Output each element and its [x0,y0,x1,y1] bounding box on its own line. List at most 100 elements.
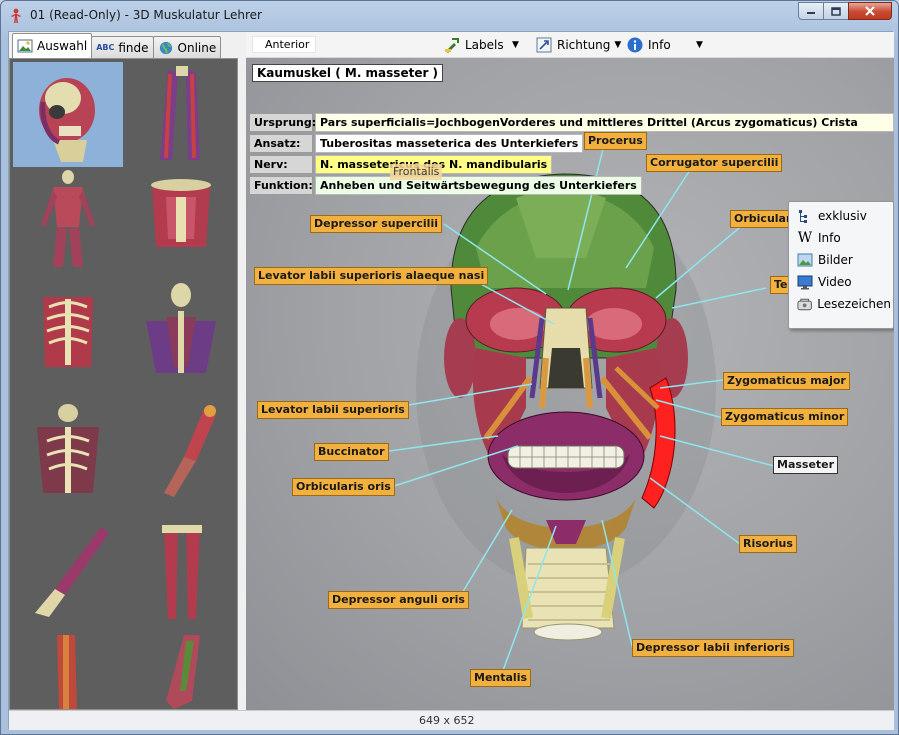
picture-icon [17,39,33,53]
info-label: Info [648,38,671,52]
label-buccinator[interactable]: Buccinator [314,443,389,461]
minimize-button[interactable] [798,2,824,20]
menu-item-video[interactable]: Video [791,271,891,293]
label-depressor-supercilii[interactable]: Depressor supercilii [310,215,442,233]
label-depressor-anguli-oris[interactable]: Depressor anguli oris [328,591,469,609]
thumbnail-arm-side[interactable] [126,401,236,506]
window-title: 01 (Read-Only) - 3D Muskulatur Lehrer [30,8,262,22]
label-orbicularis-oris[interactable]: Orbicularis oris [292,478,395,496]
info-row-funktion: Funktion: Anheben und Seitwärtsbewegung … [249,176,642,195]
thumbnail-panel[interactable] [9,58,238,710]
view-direction-field: Anterior [252,36,316,53]
picture-icon [797,253,813,267]
menu-item-exklusiv-label: exklusiv [818,209,867,223]
info-dropdown-button[interactable]: ▼ [696,35,703,55]
info-row-ansatz: Ansatz: Tuberositas masseterica des Unte… [249,134,584,153]
label-risorius[interactable]: Risorius [739,535,797,553]
chest-model-image [37,404,99,493]
label-zygomaticus-major[interactable]: Zygomaticus major [723,372,850,390]
label-mentalis[interactable]: Mentalis [470,669,532,687]
panel-splitter[interactable] [238,58,246,710]
info-icon [627,37,643,53]
label-frontalis[interactable]: Frontalis [390,164,443,180]
app-figure-icon [11,8,21,23]
tab-auswahl[interactable]: Auswahl [12,33,93,58]
info-key-ursprung: Ursprung: [249,113,316,132]
close-button[interactable] [848,2,892,20]
tab-finde-label: finde [118,40,149,55]
muscle-title: Kaumuskel ( M. masseter ) [252,64,444,82]
direction-icon [536,37,552,53]
labels-button[interactable]: Labels [444,35,504,55]
richtung-button[interactable]: Richtung ▼ [536,35,621,55]
menu-item-exklusiv[interactable]: exklusiv [791,205,891,227]
thumbnail-legs[interactable] [126,519,236,624]
thumbnail-body-back[interactable] [13,167,123,272]
info-key-ansatz: Ansatz: [249,134,313,153]
label-masseter[interactable]: Masseter [773,456,839,474]
labels-dropdown-button[interactable]: ▼ [512,35,519,55]
forearm-model-image [35,527,109,617]
label-zygomaticus-minor[interactable]: Zygomaticus minor [721,408,849,426]
chevron-down-icon: ▼ [696,40,703,50]
info-key-nerv: Nerv: [249,155,313,174]
thumbnail-lower-leg[interactable] [13,631,123,709]
info-row-ursprung: Ursprung: Pars superficialis=JochbogenVo… [249,113,894,146]
thumbnail-forearm[interactable] [13,519,123,624]
ribcage-model-image [43,297,93,367]
label-levator-labii-superioris[interactable]: Levator labii superioris [257,401,409,419]
info-button[interactable]: Info [627,35,671,55]
tree-icon [799,210,807,223]
torso-model-image [151,179,211,247]
wikipedia-icon: W [797,230,813,246]
info-key-funktion: Funktion: [249,176,313,195]
monitor-icon [797,275,813,290]
thumbnail-upper-back[interactable] [126,277,236,382]
abc-icon: ABC [96,42,115,52]
minimize-icon [807,12,815,14]
labels-label: Labels [465,38,504,52]
body-back-model-image [41,170,95,267]
menu-item-info[interactable]: W Info [791,227,891,249]
thumbnail-foot[interactable] [126,631,236,709]
label-depressor-labii-inferioris[interactable]: Depressor labii inferioris [632,639,795,657]
client-area: Auswahl ABC finde Online Anterior Labels… [8,31,894,730]
menu-item-lesezeichen[interactable]: Lesezeichen [791,293,891,315]
tab-online[interactable]: Online [152,36,222,58]
maximize-icon [831,6,841,16]
upper-back-model-image [146,283,216,373]
thumbnail-arm[interactable] [126,62,236,167]
richtung-label: Richtung [557,38,611,52]
viewport-size-text: 649 x 652 [419,714,475,727]
3d-viewport[interactable]: Kaumuskel ( M. masseter ) Ursprung: Pars… [246,58,894,710]
menu-item-video-label: Video [818,275,852,289]
status-bar: 649 x 652 [9,710,894,730]
thumbnail-chest[interactable] [13,401,123,506]
title-bar[interactable]: 01 (Read-Only) - 3D Muskulatur Lehrer [1,1,898,31]
label-levator-labii-alaeque-nasi[interactable]: Levator labii superioris alaeque nasi [254,267,489,285]
bookmark-icon [797,298,812,311]
window-controls [798,2,892,20]
thumbnail-head[interactable] [13,62,123,167]
menu-item-lesezeichen-label: Lesezeichen [817,297,891,311]
menu-item-bilder[interactable]: Bilder [791,249,891,271]
labels-icon [445,38,459,53]
maximize-button[interactable] [823,2,849,20]
close-icon [865,6,875,16]
menu-item-info-label: Info [818,231,841,245]
thumbnail-ribcage[interactable] [13,287,123,392]
foot-model-image [166,635,200,709]
thumbnail-torso[interactable] [126,167,236,272]
left-tab-strip: Auswahl ABC finde Online [9,32,237,58]
lower-leg-model-image [57,635,77,709]
tab-auswahl-label: Auswahl [37,39,88,53]
globe-icon [159,41,172,54]
tab-online-label: Online [177,40,217,55]
menu-item-bilder-label: Bilder [818,253,853,267]
label-corrugator-supercilii[interactable]: Corrugator supercilii [646,154,783,172]
tab-finde[interactable]: ABC finde [91,36,154,58]
label-procerus[interactable]: Procerus [584,132,647,150]
chevron-down-icon: ▼ [512,40,519,50]
viewer-toolbar: Anterior Labels ▼ Richtung ▼ Info ▼ [246,32,894,58]
head-model-image [39,78,95,162]
